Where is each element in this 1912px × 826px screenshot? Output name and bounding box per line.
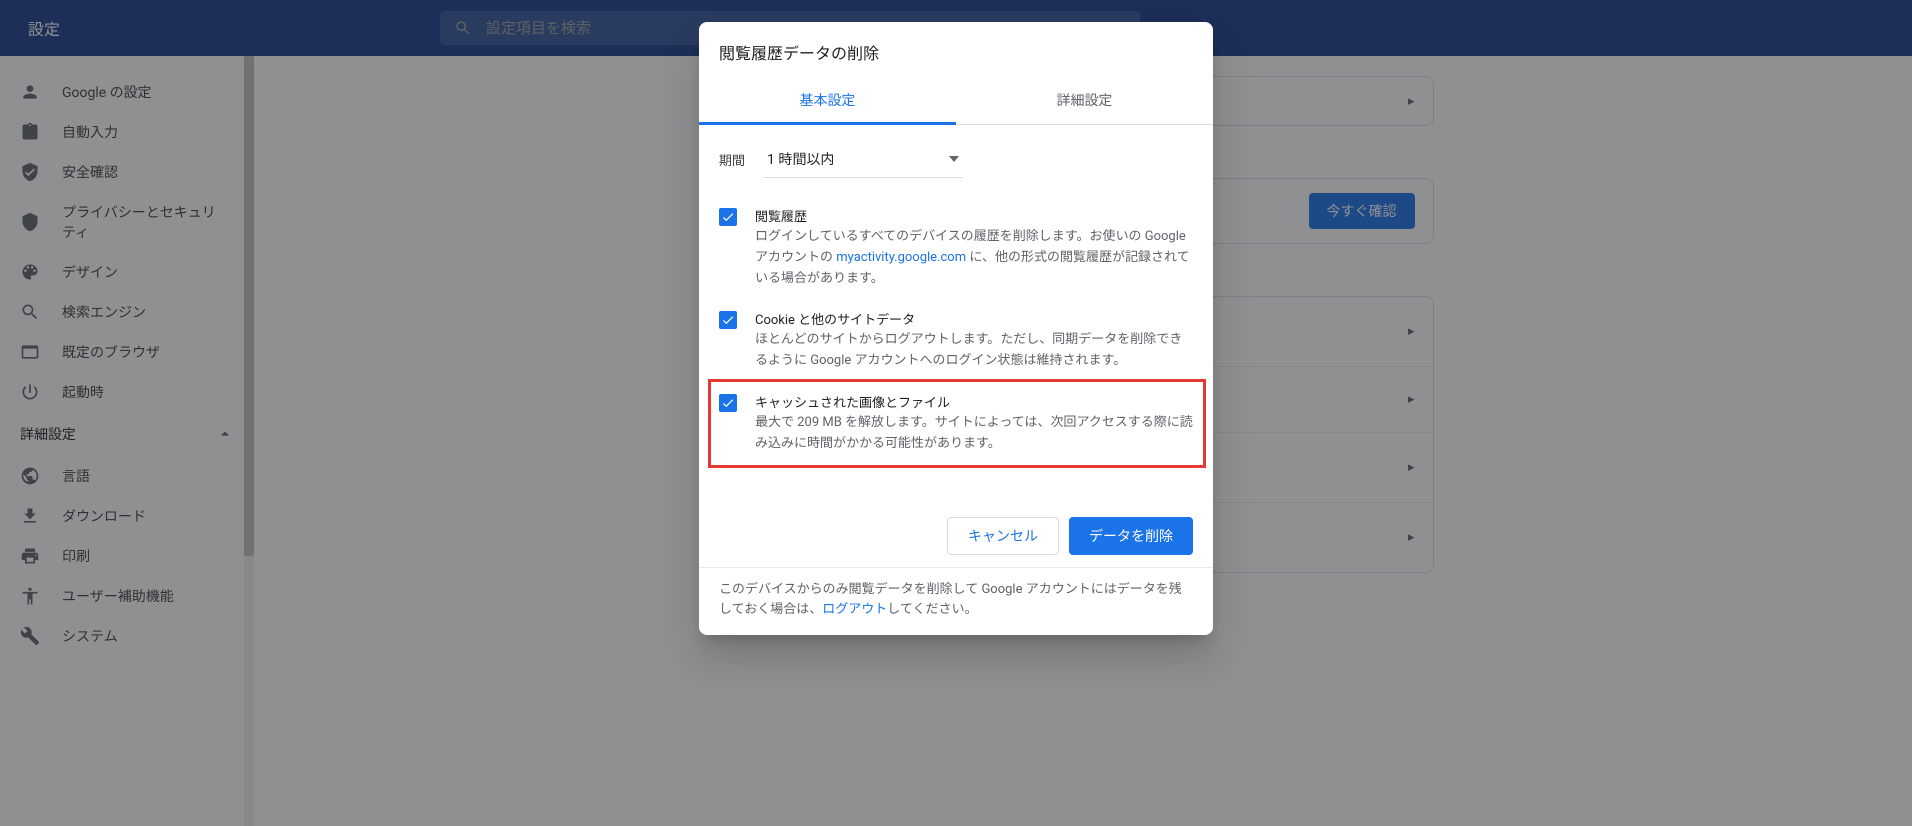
dropdown-icon (949, 156, 959, 162)
check-desc: ログインしているすべてのデバイスの履歴を削除します。お使いの Google アカ… (755, 227, 1195, 289)
tab-advanced[interactable]: 詳細設定 (956, 76, 1213, 124)
dialog-tabs: 基本設定 詳細設定 (699, 76, 1213, 125)
check-desc: 最大で 209 MB を解放します。サイトによっては、次回アクセスする際に読み込… (755, 413, 1195, 455)
checkbox-cache[interactable] (719, 394, 737, 412)
check-item-cache: キャッシュされた画像とファイル 最大で 209 MB を解放します。サイトによっ… (711, 382, 1203, 465)
dialog-actions: キャンセル データを削除 (699, 505, 1213, 567)
time-range-row: 期間 1 時間以内 (699, 125, 1213, 186)
time-range-select[interactable]: 1 時間以内 (763, 141, 963, 178)
check-item-history: 閲覧履歴 ログインしているすべてのデバイスの履歴を削除します。お使いの Goog… (711, 196, 1203, 299)
dialog-title: 閲覧履歴データの削除 (699, 22, 1213, 64)
logout-link[interactable]: ログアウト (822, 602, 887, 617)
time-label: 期間 (719, 150, 745, 169)
checkbox-history[interactable] (719, 208, 737, 226)
delete-button[interactable]: データを削除 (1069, 517, 1193, 555)
time-value: 1 時間以内 (767, 149, 834, 169)
cancel-button[interactable]: キャンセル (947, 517, 1059, 555)
check-title: Cookie と他のサイトデータ (755, 309, 1195, 328)
tab-basic[interactable]: 基本設定 (699, 76, 956, 124)
dialog-footer: このデバイスからのみ閲覧データを削除して Google アカウントにはデータを残… (699, 567, 1213, 622)
clear-data-dialog: 閲覧履歴データの削除 基本設定 詳細設定 期間 1 時間以内 閲覧履歴 ログイン… (699, 22, 1213, 635)
myactivity-link[interactable]: myactivity.google.com (836, 250, 966, 265)
check-item-cookies: Cookie と他のサイトデータ ほとんどのサイトからログアウトします。ただし、… (711, 299, 1203, 382)
checkbox-cookies[interactable] (719, 311, 737, 329)
check-desc: ほとんどのサイトからログアウトします。ただし、同期データを削除できるように Go… (755, 330, 1195, 372)
check-title: キャッシュされた画像とファイル (755, 392, 1195, 411)
check-list: 閲覧履歴 ログインしているすべてのデバイスの履歴を削除します。お使いの Goog… (699, 186, 1213, 475)
check-title: 閲覧履歴 (755, 206, 1195, 225)
